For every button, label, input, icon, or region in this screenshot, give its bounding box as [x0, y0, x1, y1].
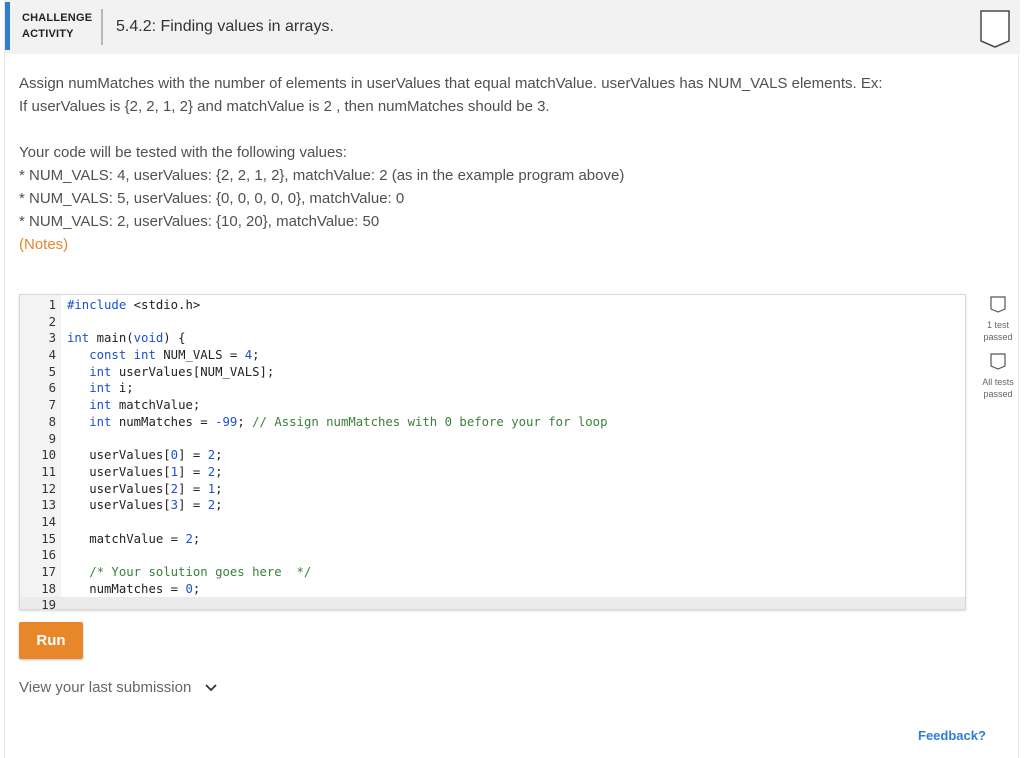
line-number: 2	[48, 314, 56, 329]
code-line[interactable]: 11 userValues[1] = 2;	[20, 464, 965, 481]
activity-header: CHALLENGE ACTIVITY 5.4.2: Finding values…	[5, 0, 1020, 54]
code-text[interactable]: userValues[0] = 2;	[67, 447, 222, 464]
code-text[interactable]: int numMatches = -99; // Assign numMatch…	[67, 414, 607, 431]
feedback-link[interactable]: Feedback?	[918, 728, 986, 743]
line-number: 17	[41, 565, 56, 579]
code-text[interactable]: userValues[1] = 2;	[67, 464, 222, 481]
code-text[interactable]: userValues[2] = 1;	[67, 481, 222, 498]
code-text[interactable]: #include <stdio.h>	[67, 297, 200, 314]
code-line[interactable]: 13 userValues[3] = 2;	[20, 497, 965, 514]
code-line[interactable]: 14	[20, 514, 965, 531]
line-number: 13	[41, 498, 56, 513]
line-number: 10	[41, 448, 56, 463]
code-editor[interactable]: 1 #include <stdio.h> 2 3 int main(void) { …	[19, 294, 966, 610]
code-line[interactable]: 17 /* Your solution goes here */	[20, 564, 965, 581]
code-line[interactable]: 5 int userValues[NUM_VALS];	[20, 364, 965, 381]
code-text[interactable]: numMatches = 0;	[67, 581, 200, 598]
line-number: 5	[48, 364, 56, 379]
line-number: 15	[41, 531, 56, 546]
instruction-line-2: If userValues is {2, 2, 1, 2} and matchV…	[19, 98, 550, 115]
header-accent-bar	[5, 2, 10, 50]
test-1-status-text: 1 test passed	[983, 320, 1013, 342]
code-line[interactable]: 2	[20, 314, 965, 331]
line-number: 1	[48, 298, 56, 312]
test-case-3: * NUM_VALS: 2, userValues: {10, 20}, mat…	[19, 213, 380, 230]
test-status-panel: 1 test passed All tests passed	[973, 296, 1023, 400]
badge-line-1: CHALLENGE	[22, 12, 93, 24]
challenge-activity-badge: CHALLENGE ACTIVITY	[22, 10, 102, 42]
code-text[interactable]: const int NUM_VALS = 4;	[67, 347, 259, 364]
line-number: 12	[41, 481, 56, 496]
test-intro: Your code will be tested with the follow…	[19, 144, 347, 161]
code-text[interactable]: userValues[3] = 2;	[67, 497, 222, 514]
line-number: 9	[48, 431, 56, 446]
run-button[interactable]: Run	[19, 622, 83, 659]
code-line[interactable]: 10 userValues[0] = 2;	[20, 447, 965, 464]
last-submission-label[interactable]: View your last submission	[19, 679, 191, 696]
line-number: 8	[48, 414, 56, 429]
line-number: 7	[48, 398, 56, 413]
line-number: 6	[48, 381, 56, 396]
line-number: 14	[41, 514, 56, 529]
line-number: 19	[41, 598, 56, 610]
completion-ribbon-icon	[980, 10, 1010, 48]
code-text[interactable]: /* Your solution goes here */	[67, 564, 311, 581]
code-line[interactable]: 18 numMatches = 0;	[20, 581, 965, 598]
code-line-active[interactable]: 19	[20, 597, 965, 610]
line-number: 18	[41, 581, 56, 596]
test-1-status-icon	[990, 296, 1006, 313]
code-line[interactable]: 3 int main(void) {	[20, 330, 965, 347]
activity-frame: CHALLENGE ACTIVITY 5.4.2: Finding values…	[4, 0, 1020, 758]
test-case-2: * NUM_VALS: 5, userValues: {0, 0, 0, 0, …	[19, 190, 405, 207]
test-case-1: * NUM_VALS: 4, userValues: {2, 2, 1, 2},…	[19, 167, 625, 184]
badge-line-2: ACTIVITY	[22, 28, 74, 40]
code-line[interactable]: 7 int matchValue;	[20, 397, 965, 414]
chevron-down-icon[interactable]	[205, 683, 217, 692]
code-line[interactable]: 9	[20, 431, 965, 448]
code-line[interactable]: 8 int numMatches = -99; // Assign numMat…	[20, 414, 965, 431]
line-number: 4	[48, 348, 56, 363]
code-text[interactable]: int userValues[NUM_VALS];	[67, 364, 274, 381]
instructions: Assign numMatches with the number of ele…	[19, 72, 979, 256]
code-text[interactable]: int matchValue;	[67, 397, 200, 414]
notes-link[interactable]: (Notes)	[19, 233, 979, 256]
code-line[interactable]: 6 int i;	[20, 380, 965, 397]
code-line[interactable]: 15 matchValue = 2;	[20, 531, 965, 548]
code-text[interactable]: matchValue = 2;	[67, 531, 200, 548]
code-lines[interactable]: 1 #include <stdio.h> 2 3 int main(void) { …	[20, 297, 965, 610]
code-line[interactable]: 16	[20, 547, 965, 564]
instruction-line-1: Assign numMatches with the number of ele…	[19, 75, 883, 92]
line-number: 16	[41, 548, 56, 563]
code-text[interactable]: int main(void) {	[67, 330, 185, 347]
line-number: 11	[41, 464, 56, 479]
view-last-submission[interactable]: View your last submission	[19, 679, 217, 696]
all-tests-status-text: All tests passed	[982, 377, 1014, 399]
header-divider	[101, 9, 103, 45]
code-line[interactable]: 12 userValues[2] = 1;	[20, 481, 965, 498]
all-tests-status-icon	[990, 353, 1006, 370]
code-text[interactable]: int i;	[67, 380, 133, 397]
code-line[interactable]: 1 #include <stdio.h>	[20, 297, 965, 314]
activity-title: 5.4.2: Finding values in arrays.	[116, 18, 334, 35]
line-number: 3	[48, 331, 56, 346]
code-line[interactable]: 4 const int NUM_VALS = 4;	[20, 347, 965, 364]
